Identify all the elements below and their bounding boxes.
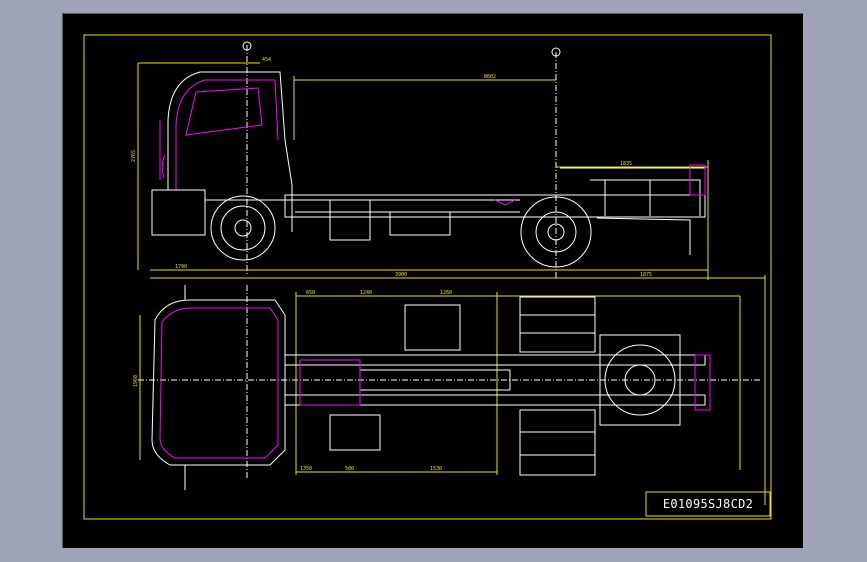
dim-plan-a: 1240 — [360, 290, 373, 296]
dim-plan-c: 1530 — [430, 466, 443, 472]
dim-front-overhang: 1790 — [175, 264, 188, 270]
dim-plan-d: 650 — [306, 290, 316, 296]
dim-wheelbase: 3900 — [395, 272, 408, 278]
dim-plan-width: 1960 — [133, 375, 139, 388]
outer-frame — [83, 34, 772, 520]
dim-side-height: 2765 — [131, 150, 137, 163]
dim-top-overall: 8602 — [484, 74, 497, 80]
dim-side-cab-width: 454 — [262, 57, 272, 63]
drawing-number: E01095SJ8CD2 — [662, 497, 754, 511]
dim-top-rear-overhang: 1835 — [620, 161, 633, 167]
side-view — [137, 41, 766, 505]
plan-view — [138, 285, 760, 490]
dim-rear-overhang: 1875 — [640, 272, 653, 278]
dim-plan-e: 1350 — [300, 466, 313, 472]
truck-chassis-drawing — [83, 34, 772, 520]
dim-plan-b: 1260 — [440, 290, 453, 296]
dim-plan-f: 500 — [345, 466, 355, 472]
